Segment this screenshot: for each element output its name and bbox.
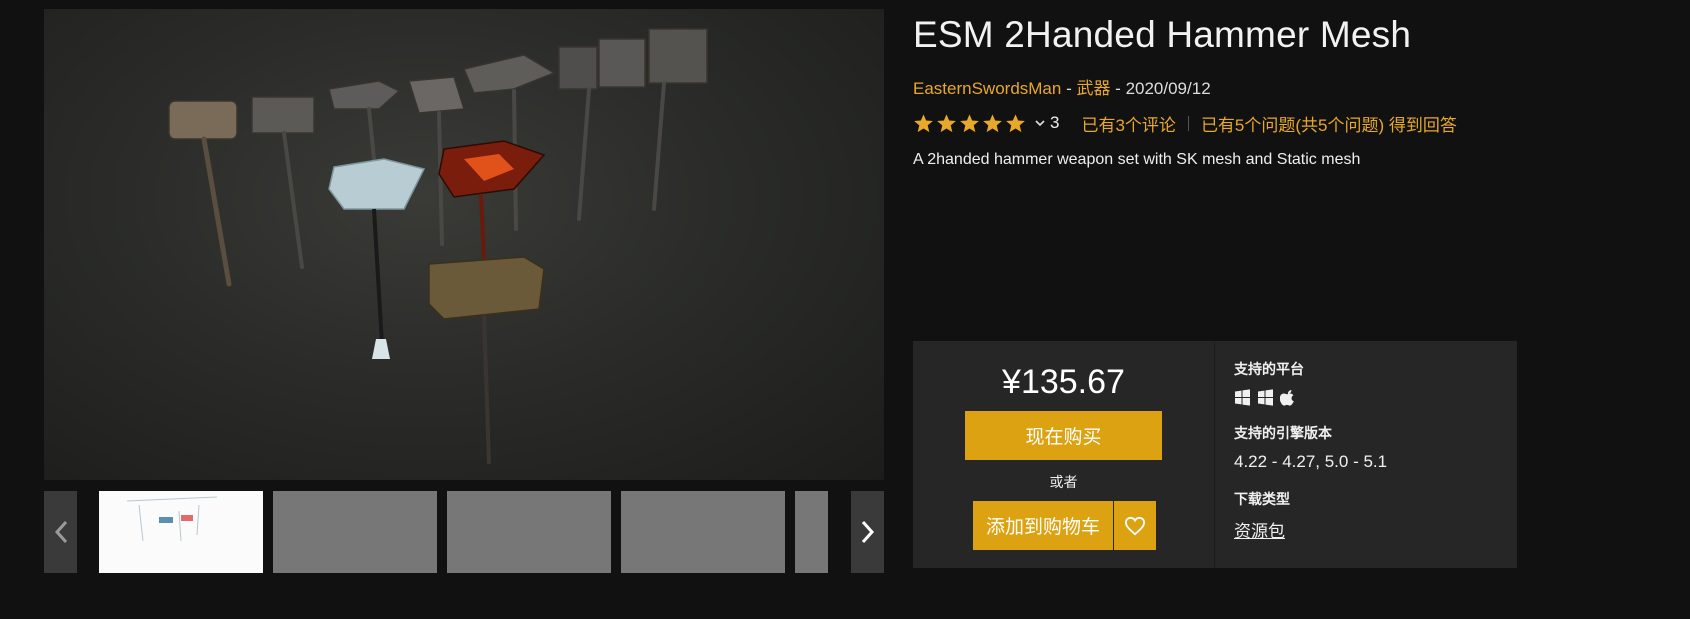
windows-icon (1258, 389, 1273, 406)
apple-icon (1280, 390, 1294, 406)
engine-label: 支持的引擎版本 (1234, 425, 1332, 441)
product-meta: EasternSwordsMan - 武器 - 2020/09/12 (913, 74, 1211, 99)
meta-separator: - (1061, 79, 1077, 98)
thumbnail-image (126, 496, 218, 542)
platforms-label: 支持的平台 (1234, 361, 1304, 377)
star-icon (937, 113, 956, 132)
divider (1187, 115, 1189, 131)
purchase-panel: ¥135.67 现在购买 或者 添加到购物车 支持的平台 支持的引擎版本 4.2… (913, 341, 1517, 568)
questions-link[interactable]: 已有5个问题(共5个问题) 得到回答 (1201, 111, 1457, 136)
download-type-label: 下载类型 (1234, 491, 1290, 507)
gallery-prev-button[interactable] (44, 491, 77, 573)
thumbnail-1[interactable] (99, 491, 263, 573)
wishlist-button[interactable] (1114, 501, 1156, 550)
star-icon (983, 113, 1002, 132)
product-title: ESM 2Handed Hammer Mesh (913, 14, 1412, 55)
or-label: 或者 (1049, 474, 1078, 490)
thumbnail-3[interactable] (447, 491, 611, 573)
add-to-cart-button[interactable]: 添加到购物车 (973, 501, 1113, 550)
release-date: 2020/09/12 (1125, 79, 1211, 98)
chevron-right-icon (861, 520, 874, 544)
engine-versions: 4.22 - 4.27, 5.0 - 5.1 (1234, 452, 1388, 471)
main-image-viewer[interactable] (44, 9, 884, 480)
star-icon (960, 113, 979, 132)
heart-icon (1124, 516, 1146, 535)
hammer-set-render (168, 28, 708, 465)
thumbnail-4[interactable] (621, 491, 785, 573)
product-description: A 2handed hammer weapon set with SK mesh… (913, 151, 1361, 168)
star-icon (914, 113, 933, 132)
rating-row: 3 已有3个评论 已有5个问题(共5个问题) 得到回答 (913, 110, 1457, 136)
star-icon (1006, 113, 1025, 132)
thumbnail-5[interactable] (795, 491, 828, 573)
add-to-cart-group: 添加到购物车 (973, 501, 1156, 550)
thumbnail-2[interactable] (273, 491, 437, 573)
author-link[interactable]: EasternSwordsMan (913, 79, 1061, 98)
category-link[interactable]: 武器 (1076, 79, 1110, 98)
chevron-left-icon (54, 520, 67, 544)
panel-divider (1214, 341, 1215, 568)
star-rating[interactable] (913, 113, 1026, 134)
gallery-next-button[interactable] (851, 491, 884, 573)
download-type-link[interactable]: 资源包 (1234, 517, 1285, 542)
windows-icon (1235, 389, 1250, 406)
rating-count: 3 (1050, 113, 1060, 132)
meta-separator: - (1110, 79, 1126, 98)
thumbnail-strip (44, 491, 884, 573)
chevron-down-icon[interactable] (1034, 117, 1046, 129)
price: ¥135.67 (1002, 363, 1125, 401)
reviews-link[interactable]: 已有3个评论 (1081, 111, 1175, 136)
platform-icons (1234, 389, 1297, 406)
buy-now-button[interactable]: 现在购买 (965, 411, 1162, 460)
